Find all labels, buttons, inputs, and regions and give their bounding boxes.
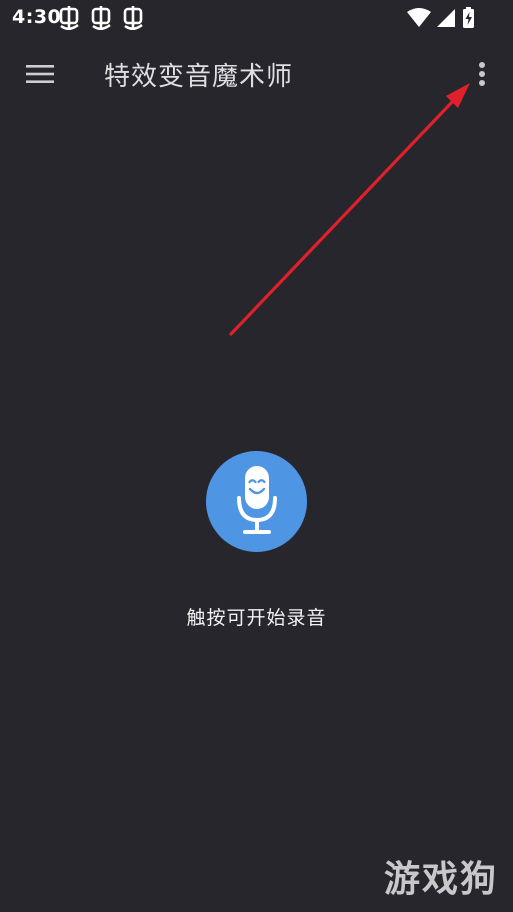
status-right-icons: [407, 7, 474, 28]
bug-icon: [123, 6, 143, 30]
more-vert-icon[interactable]: [470, 60, 494, 88]
watermark-logo: 游戏狗: [384, 859, 499, 900]
wifi-icon: [407, 8, 431, 27]
bug-icon: [59, 6, 79, 30]
record-button[interactable]: [206, 451, 307, 552]
signal-icon: [437, 9, 455, 27]
app-bar: 特效变音魔术师: [0, 36, 513, 112]
smiling-microphone-icon: [237, 466, 277, 534]
status-bar: 4:30: [0, 0, 513, 36]
bug-icon: [91, 6, 111, 30]
hamburger-menu-icon[interactable]: [26, 64, 54, 84]
record-hint-text: 触按可开始录音: [186, 607, 327, 629]
status-time: 4:30: [12, 6, 62, 28]
app-title: 特效变音魔术师: [104, 62, 294, 92]
